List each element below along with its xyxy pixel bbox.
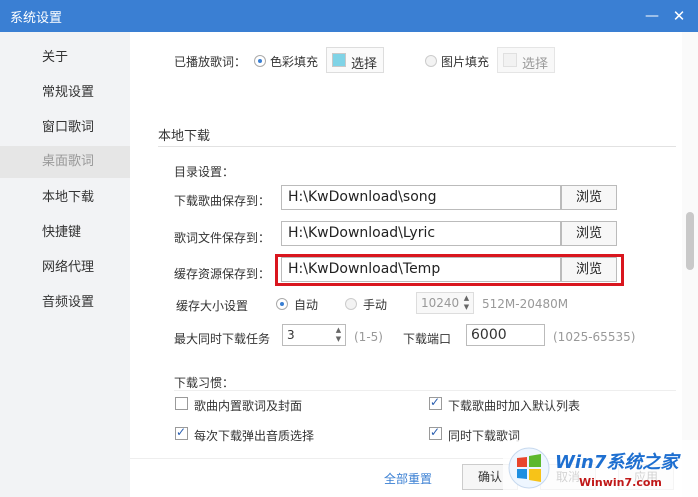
lyric-path-label: 歌词文件保存到：: [174, 231, 271, 245]
sidebar-item-desktop-lyrics[interactable]: 桌面歌词: [0, 146, 130, 178]
color-select-button[interactable]: 选择: [326, 47, 384, 73]
dir-settings-label: 目录设置：: [174, 165, 235, 179]
quality-select-label: 每次下载弹出音质选择: [194, 429, 315, 443]
color-fill-radio[interactable]: [254, 55, 266, 67]
habits-divider: [174, 390, 676, 391]
max-tasks-value: 3: [287, 328, 295, 342]
cache-size-range: 512M-20480M: [482, 297, 569, 311]
max-tasks-label: 最大同时下载任务: [174, 332, 271, 346]
cache-manual-label: 手动: [363, 298, 388, 312]
cache-manual-radio[interactable]: [345, 298, 357, 310]
port-label: 下载端口: [403, 332, 452, 346]
title-bar: 系统设置 — ✕: [0, 0, 698, 32]
stepper-arrows-icon[interactable]: ▲ ▼: [462, 294, 471, 312]
song-path-label: 下载歌曲保存到：: [174, 194, 271, 208]
cache-size-stepper[interactable]: 10240 ▲ ▼: [416, 292, 474, 314]
song-path-field[interactable]: H:\KwDownload\song: [281, 185, 561, 210]
image-swatch: [503, 53, 517, 67]
watermark-title: Win7系统之家: [555, 452, 679, 473]
sidebar-item-audio[interactable]: 音频设置: [0, 287, 130, 319]
scrollbar-thumb[interactable]: [686, 212, 694, 270]
window-title: 系统设置: [10, 11, 63, 26]
sidebar-item-proxy[interactable]: 网络代理: [0, 252, 130, 284]
watermark-url: Winwin7.com: [579, 476, 662, 489]
embed-lyrics-checkbox[interactable]: [175, 397, 188, 410]
port-range: (1025-65535): [553, 330, 636, 344]
reset-all-link[interactable]: 全部重置: [384, 470, 432, 487]
max-tasks-stepper[interactable]: 3 ▲ ▼: [282, 324, 346, 346]
played-lyrics-label: 已播放歌词：: [174, 55, 247, 69]
cache-size-label: 缓存大小设置: [176, 299, 249, 313]
close-button[interactable]: ✕: [670, 7, 688, 25]
lyric-browse-button[interactable]: 浏览: [561, 221, 617, 246]
embed-lyrics-label: 歌曲内置歌词及封面: [194, 399, 303, 413]
lyric-path-field[interactable]: H:\KwDownload\Lyric: [281, 221, 561, 246]
cache-path-label: 缓存资源保存到：: [174, 267, 271, 281]
max-tasks-range: (1-5): [354, 330, 383, 344]
image-select-label: 选择: [522, 57, 549, 72]
download-lyrics-checkbox[interactable]: [429, 425, 442, 440]
image-fill-radio[interactable]: [425, 55, 437, 67]
cache-path-highlight: [275, 254, 624, 286]
song-browse-button[interactable]: 浏览: [561, 185, 617, 210]
settings-sidebar: 关于 常规设置 窗口歌词 桌面歌词 本地下载 快捷键 网络代理 音频设置: [0, 32, 130, 497]
image-select-button[interactable]: 选择: [497, 47, 555, 73]
color-fill-label: 色彩填充: [270, 55, 319, 69]
color-select-label: 选择: [351, 57, 378, 72]
section-title-local-download: 本地下载: [158, 129, 211, 144]
minimize-button[interactable]: —: [643, 7, 661, 25]
sidebar-item-local-download[interactable]: 本地下载: [0, 182, 130, 214]
add-default-list-label: 下载歌曲时加入默认列表: [448, 399, 581, 413]
watermark: Win7系统之家 Winwin7.com: [503, 440, 698, 497]
sidebar-item-about[interactable]: 关于: [0, 42, 130, 74]
cache-auto-label: 自动: [294, 298, 319, 312]
color-swatch: [332, 53, 346, 67]
sidebar-item-general[interactable]: 常规设置: [0, 77, 130, 109]
download-habits-label: 下载习惯：: [174, 376, 235, 390]
port-field[interactable]: 6000: [466, 324, 545, 346]
cache-size-value: 10240: [421, 296, 460, 310]
windows-logo-icon: [508, 447, 550, 489]
section-divider: [158, 146, 676, 147]
quality-select-checkbox[interactable]: [175, 425, 188, 440]
cache-auto-radio[interactable]: [276, 298, 288, 310]
sidebar-item-hotkeys[interactable]: 快捷键: [0, 217, 130, 249]
image-fill-label: 图片填充: [441, 55, 490, 69]
stepper-arrows-icon[interactable]: ▲ ▼: [334, 326, 343, 344]
add-default-list-checkbox[interactable]: [429, 395, 442, 410]
sidebar-item-window-lyrics[interactable]: 窗口歌词: [0, 112, 130, 144]
